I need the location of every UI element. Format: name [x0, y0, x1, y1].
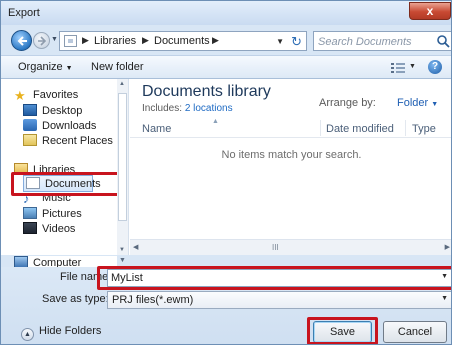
sort-arrow-icon: ▲ — [212, 118, 219, 125]
includes-label: Includes: — [142, 103, 183, 114]
save-type-label: Save as type: — [42, 293, 109, 305]
recent-places-icon — [23, 134, 37, 146]
library-includes: Includes: 2 locations — [142, 103, 233, 114]
nav-label: Pictures — [42, 208, 82, 220]
chevron-down-icon: ▼ — [441, 295, 448, 302]
column-type[interactable]: Type — [412, 123, 436, 135]
address-dropdown-icon[interactable]: ▼ — [276, 37, 284, 46]
nav-label: Favorites — [33, 89, 79, 101]
window-title: Export — [8, 7, 40, 19]
scroll-grip[interactable]: III — [272, 243, 279, 252]
title-bar: Export x — [1, 1, 451, 25]
highlight-box-save — [307, 317, 378, 344]
nav-label: Recent Places — [42, 135, 113, 147]
organize-label: Organize — [18, 61, 63, 73]
highlight-box-file-name — [97, 266, 451, 290]
save-type-value: PRJ files(*.ewm) — [112, 294, 194, 306]
pictures-icon — [23, 207, 37, 219]
column-divider[interactable] — [405, 120, 406, 136]
command-toolbar: Organize ▼ New folder ▼ ? — [1, 55, 451, 79]
library-title: Documents library — [142, 83, 271, 100]
downloads-icon — [23, 119, 37, 131]
breadcrumb-separator-icon[interactable]: ▶ — [212, 35, 219, 46]
nav-label: Downloads — [42, 120, 97, 132]
hide-folders-button[interactable]: ▲ Hide Folders — [21, 325, 101, 341]
close-button[interactable]: x — [409, 2, 451, 20]
search-box[interactable] — [313, 31, 451, 51]
address-row: ▼ ▶ Libraries ▶ Documents ▶ ▼ ↻ — [1, 25, 451, 55]
back-button[interactable] — [11, 30, 32, 51]
recent-pages-dropdown[interactable]: ▼ — [51, 36, 58, 43]
nav-item-videos[interactable]: Videos — [23, 222, 75, 236]
view-list-icon — [391, 63, 405, 73]
cancel-button[interactable]: Cancel — [383, 321, 447, 343]
nav-item-downloads[interactable]: Downloads — [23, 119, 96, 133]
column-divider[interactable] — [320, 120, 321, 136]
scroll-down-icon[interactable]: ▼ — [119, 257, 126, 264]
arrange-value: Folder — [397, 97, 429, 109]
navigation-pane: ★ Favorites Desktop Downloads Recent Plac… — [1, 79, 129, 255]
highlight-box-documents — [11, 172, 122, 196]
chevron-down-icon: ▼ — [431, 101, 439, 108]
nav-item-desktop[interactable]: Desktop — [23, 104, 82, 118]
help-button[interactable]: ? — [428, 60, 442, 74]
search-icon[interactable] — [436, 34, 450, 48]
chevron-up-icon: ▲ — [21, 328, 34, 341]
nav-label: Desktop — [42, 105, 83, 117]
breadcrumb-documents[interactable]: Documents — [154, 35, 210, 47]
scroll-right-icon[interactable]: ▶ — [445, 243, 450, 251]
main-area: ★ Favorites Desktop Downloads Recent Plac… — [1, 79, 451, 255]
address-bar[interactable]: ▶ Libraries ▶ Documents ▶ ▼ ↻ — [59, 31, 307, 51]
back-arrow-icon — [17, 36, 27, 46]
star-icon: ★ — [14, 88, 26, 103]
scroll-left-icon[interactable]: ◀ — [133, 243, 138, 251]
desktop-icon — [23, 104, 37, 116]
forward-button[interactable] — [33, 32, 50, 49]
scroll-thumb[interactable] — [118, 93, 127, 221]
nav-item-recent-places[interactable]: Recent Places — [23, 134, 113, 148]
empty-message: No items match your search. — [221, 149, 362, 161]
column-headers: ▲ Name Date modified Type — [130, 118, 451, 138]
arrange-by-dropdown[interactable]: Folder ▼ — [397, 97, 438, 109]
search-input[interactable] — [318, 34, 436, 49]
organize-button[interactable]: Organize ▼ — [18, 61, 73, 73]
chevron-down-icon: ▼ — [65, 65, 73, 72]
nav-favorites[interactable]: ★ Favorites — [14, 89, 78, 103]
arrange-by-label: Arrange by: — [319, 97, 376, 109]
videos-icon — [23, 222, 37, 234]
scroll-down-icon[interactable]: ▼ — [119, 247, 125, 253]
column-name[interactable]: Name — [142, 123, 171, 135]
horizontal-scrollbar[interactable]: ◀ III ▶ — [130, 239, 451, 255]
breadcrumb-separator-icon[interactable]: ▶ — [82, 35, 89, 46]
file-list-pane: Documents library Includes: 2 locations … — [130, 79, 451, 255]
scroll-up-icon[interactable]: ▲ — [119, 81, 125, 87]
nav-item-pictures[interactable]: Pictures — [23, 207, 82, 221]
export-dialog: Export x ▼ ▶ Libraries ▶ Documents ▶ ▼ ↻… — [0, 0, 452, 345]
forward-arrow-icon — [38, 36, 47, 46]
library-folder-icon — [64, 35, 77, 47]
breadcrumb-separator-icon[interactable]: ▶ — [142, 35, 149, 46]
nav-label: Videos — [42, 223, 76, 235]
change-view-button[interactable]: ▼ — [391, 61, 417, 75]
chevron-down-icon: ▼ — [409, 63, 416, 70]
column-date-modified[interactable]: Date modified — [326, 123, 394, 135]
hide-folders-label: Hide Folders — [39, 325, 102, 337]
nav-scrollbar[interactable]: ▲ ▼ — [117, 79, 128, 255]
refresh-icon[interactable]: ↻ — [291, 34, 302, 50]
locations-link[interactable]: 2 locations — [185, 103, 233, 114]
save-type-select[interactable]: PRJ files(*.ewm) ▼ — [107, 291, 451, 309]
breadcrumb-libraries[interactable]: Libraries — [94, 35, 136, 47]
save-options: File name: ▼ Save as type: PRJ files(*.e… — [1, 266, 451, 344]
new-folder-button[interactable]: New folder — [91, 61, 144, 73]
